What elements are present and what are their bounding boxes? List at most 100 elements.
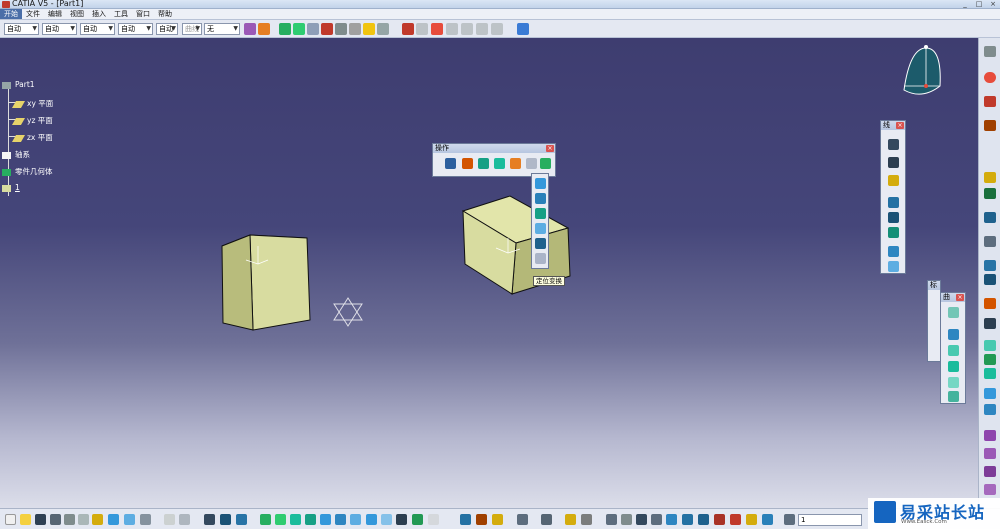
- fill-icon[interactable]: [948, 361, 959, 372]
- catalog-icon[interactable]: [416, 23, 428, 35]
- linetype-select[interactable]: 自动 ▼: [118, 23, 153, 35]
- open-file-icon[interactable]: [20, 514, 31, 525]
- rotate-transform-icon[interactable]: [535, 193, 546, 204]
- loft-icon[interactable]: [948, 377, 959, 388]
- boolean-icon[interactable]: [445, 158, 456, 169]
- constraint-tool-icon[interactable]: [698, 514, 709, 525]
- fit-all-icon[interactable]: [236, 514, 247, 525]
- thickness-icon[interactable]: [984, 388, 996, 399]
- spline-icon[interactable]: [888, 261, 899, 272]
- trim-icon[interactable]: [510, 158, 521, 169]
- annotation-tool-icon[interactable]: [565, 514, 576, 525]
- iso-view-icon[interactable]: [350, 514, 361, 525]
- normal-view-icon[interactable]: [320, 514, 331, 525]
- undo-icon[interactable]: [108, 514, 119, 525]
- grid-snap-icon[interactable]: [621, 514, 632, 525]
- close-icon[interactable]: ×: [546, 145, 554, 152]
- 3d-viewport[interactable]: Part1 xy 平面 yz 平面 zx 平面 轴系 零件几何体 1: [0, 38, 978, 508]
- tree-item-part-body[interactable]: 零件几何体: [2, 166, 53, 177]
- dress-up-icon[interactable]: [984, 484, 996, 495]
- render-icon[interactable]: [984, 274, 996, 285]
- measure-item-icon[interactable]: [349, 23, 361, 35]
- save-icon[interactable]: [35, 514, 46, 525]
- translate-icon[interactable]: [535, 178, 546, 189]
- scaling-icon[interactable]: [535, 223, 546, 234]
- compass-icon[interactable]: [903, 45, 941, 95]
- line-thickness-select[interactable]: 自动 ▼: [80, 23, 115, 35]
- measure-icon[interactable]: [335, 23, 347, 35]
- formula-icon[interactable]: [446, 23, 458, 35]
- move-icon[interactable]: [293, 23, 305, 35]
- whats-this-icon[interactable]: [140, 514, 151, 525]
- copy-icon[interactable]: [78, 514, 89, 525]
- extrude-surface-icon[interactable]: [948, 307, 959, 318]
- layer-icon[interactable]: [762, 514, 773, 525]
- table-icon[interactable]: [682, 514, 693, 525]
- circle-icon[interactable]: [888, 246, 899, 257]
- sketch-icon[interactable]: [460, 514, 471, 525]
- transform-icon[interactable]: [540, 158, 551, 169]
- lighting-icon[interactable]: [428, 514, 439, 525]
- material-icon[interactable]: [984, 430, 996, 441]
- comment-icon[interactable]: [179, 514, 190, 525]
- extract-icon[interactable]: [526, 158, 537, 169]
- menu-view[interactable]: 视图: [66, 9, 88, 19]
- stack-icon[interactable]: [784, 514, 795, 525]
- constraint-icon[interactable]: [984, 172, 996, 183]
- painter-icon[interactable]: [244, 23, 256, 35]
- properties-icon[interactable]: [258, 23, 270, 35]
- zoom-in-icon[interactable]: [290, 514, 301, 525]
- new-file-icon[interactable]: [5, 514, 16, 525]
- view-mode-icon[interactable]: [984, 260, 996, 271]
- rotate-icon[interactable]: [307, 23, 319, 35]
- zoom-out-icon[interactable]: [305, 514, 316, 525]
- menu-start[interactable]: 开始: [0, 9, 22, 19]
- formula-tool-icon[interactable]: [164, 514, 175, 525]
- analysis-icon[interactable]: [377, 23, 389, 35]
- axis-to-axis-icon[interactable]: [535, 253, 546, 264]
- layer-filter-select[interactable]: 曲线 ▼: [182, 23, 202, 35]
- snap-icon[interactable]: [321, 23, 333, 35]
- surface-toolbar-title[interactable]: 曲 ×: [941, 293, 965, 302]
- fillet-icon[interactable]: [478, 158, 489, 169]
- pan-view-icon[interactable]: [260, 514, 271, 525]
- transparency-select[interactable]: 自动 ▼: [42, 23, 77, 35]
- menu-tools[interactable]: 工具: [110, 9, 132, 19]
- pattern-icon[interactable]: [984, 404, 996, 415]
- spec-tree-icon[interactable]: [204, 514, 215, 525]
- close-icon[interactable]: ×: [956, 294, 964, 301]
- sketcher-icon[interactable]: [984, 46, 996, 57]
- grid-icon[interactable]: [984, 212, 996, 223]
- tree-item-xy-plane[interactable]: xy 平面: [11, 98, 53, 109]
- menu-help[interactable]: 帮助: [154, 9, 176, 19]
- redo-icon[interactable]: [124, 514, 135, 525]
- orient-icon[interactable]: [984, 188, 996, 199]
- print-icon[interactable]: [50, 514, 61, 525]
- left-solid[interactable]: [221, 234, 311, 331]
- text-icon[interactable]: [581, 514, 592, 525]
- paste-icon[interactable]: [92, 514, 103, 525]
- menu-window[interactable]: 窗口: [132, 9, 154, 19]
- small-toolbar-1-title[interactable]: 标: [928, 281, 940, 290]
- shading-icon[interactable]: [366, 514, 377, 525]
- surface-tool-icon[interactable]: [984, 340, 996, 351]
- grid-display-icon[interactable]: [666, 514, 677, 525]
- multi-view-icon[interactable]: [335, 514, 346, 525]
- reaction-icon[interactable]: [491, 23, 503, 35]
- analysis-tool-icon[interactable]: [984, 298, 996, 309]
- command-input[interactable]: 1: [798, 514, 862, 526]
- apply-material-icon[interactable]: [402, 23, 414, 35]
- reference-icon[interactable]: [730, 514, 741, 525]
- line-icon[interactable]: [888, 157, 899, 168]
- revolve-surface-icon[interactable]: [948, 329, 959, 340]
- workbench-icon[interactable]: [984, 96, 996, 107]
- annotation-icon[interactable]: [984, 466, 996, 477]
- operation-toolbar-title[interactable]: 操作 ×: [433, 144, 555, 153]
- cut-icon[interactable]: [64, 514, 75, 525]
- connect-icon[interactable]: [984, 318, 996, 329]
- design-table-icon[interactable]: [476, 23, 488, 35]
- swap-space-icon[interactable]: [396, 514, 407, 525]
- scene-icon[interactable]: [984, 236, 996, 247]
- update-icon[interactable]: [517, 23, 529, 35]
- close-icon[interactable]: ×: [896, 122, 904, 129]
